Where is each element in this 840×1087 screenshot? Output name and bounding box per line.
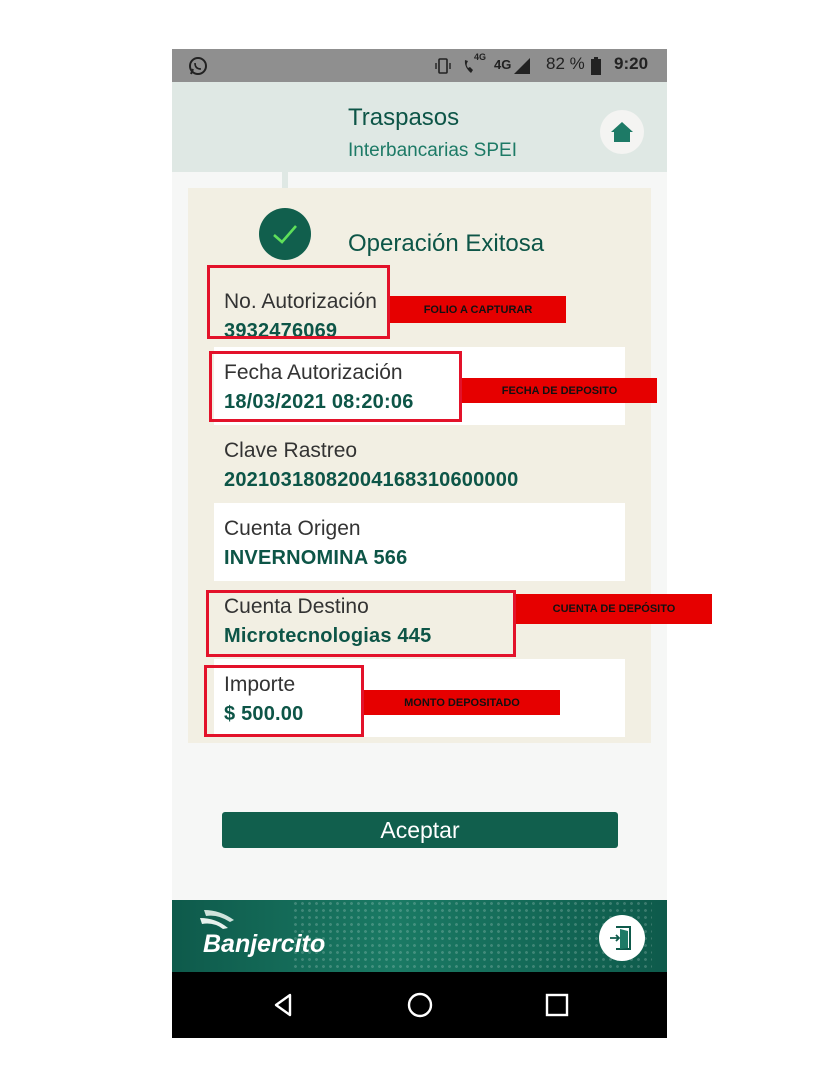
tracking-key-label: Clave Rastreo — [224, 439, 358, 462]
date-annotation-label: FECHA DE DEPOSITO — [462, 378, 657, 403]
tracking-key-value: 20210318082004168310600000 — [224, 469, 519, 491]
folio-highlight-box — [207, 265, 390, 339]
origin-account-label: Cuenta Origen — [224, 517, 361, 540]
success-title: Operación Exitosa — [348, 230, 545, 257]
screen-header: Traspasos Interbancarias SPEI — [172, 82, 667, 172]
vibrate-icon — [435, 58, 451, 74]
recent-apps-icon[interactable] — [542, 990, 572, 1020]
destination-highlight-box — [206, 590, 516, 657]
network-4g-small: 4G — [474, 52, 487, 62]
brand-footer: Banjercito — [172, 900, 667, 972]
status-bar: 4G 4G 82 % 9:20 — [172, 49, 667, 82]
destination-annotation-label: CUENTA DE DEPÓSITO — [516, 594, 712, 624]
accept-button[interactable]: Aceptar — [222, 812, 618, 848]
origin-account-value: INVERNOMINA 566 — [224, 547, 408, 569]
amount-highlight-box — [204, 665, 364, 737]
android-navigation-bar — [172, 972, 667, 1038]
battery-percent: 82 % — [546, 54, 585, 73]
signal-icon — [514, 58, 530, 74]
exit-button[interactable] — [599, 915, 645, 961]
header-connector — [282, 172, 288, 188]
battery-icon — [591, 57, 601, 75]
phone-screen: 4G 4G 82 % 9:20 Traspasos Interbancarias… — [172, 49, 667, 1038]
page-subtitle: Interbancarias SPEI — [348, 140, 517, 161]
exit-door-icon — [610, 926, 631, 950]
home-button[interactable] — [600, 110, 644, 154]
clock: 9:20 — [614, 54, 649, 73]
page-title: Traspasos — [348, 104, 460, 131]
footer-pattern — [292, 900, 652, 972]
home-icon — [611, 122, 633, 142]
tracking-key-row: Clave Rastreo 20210318082004168310600000 — [214, 425, 625, 503]
folio-annotation-label: FOLIO A CAPTURAR — [390, 296, 566, 323]
amount-annotation-label: MONTO DEPOSITADO — [364, 690, 560, 715]
network-4g-label: 4G — [494, 57, 512, 72]
origin-account-row: Cuenta Origen INVERNOMINA 566 — [214, 503, 625, 581]
home-circle-icon[interactable] — [405, 990, 435, 1020]
whatsapp-icon — [189, 57, 207, 75]
date-highlight-box — [209, 351, 462, 422]
success-check-icon — [259, 208, 311, 260]
brand-name: Banjercito — [203, 930, 326, 958]
back-icon[interactable] — [268, 990, 298, 1020]
